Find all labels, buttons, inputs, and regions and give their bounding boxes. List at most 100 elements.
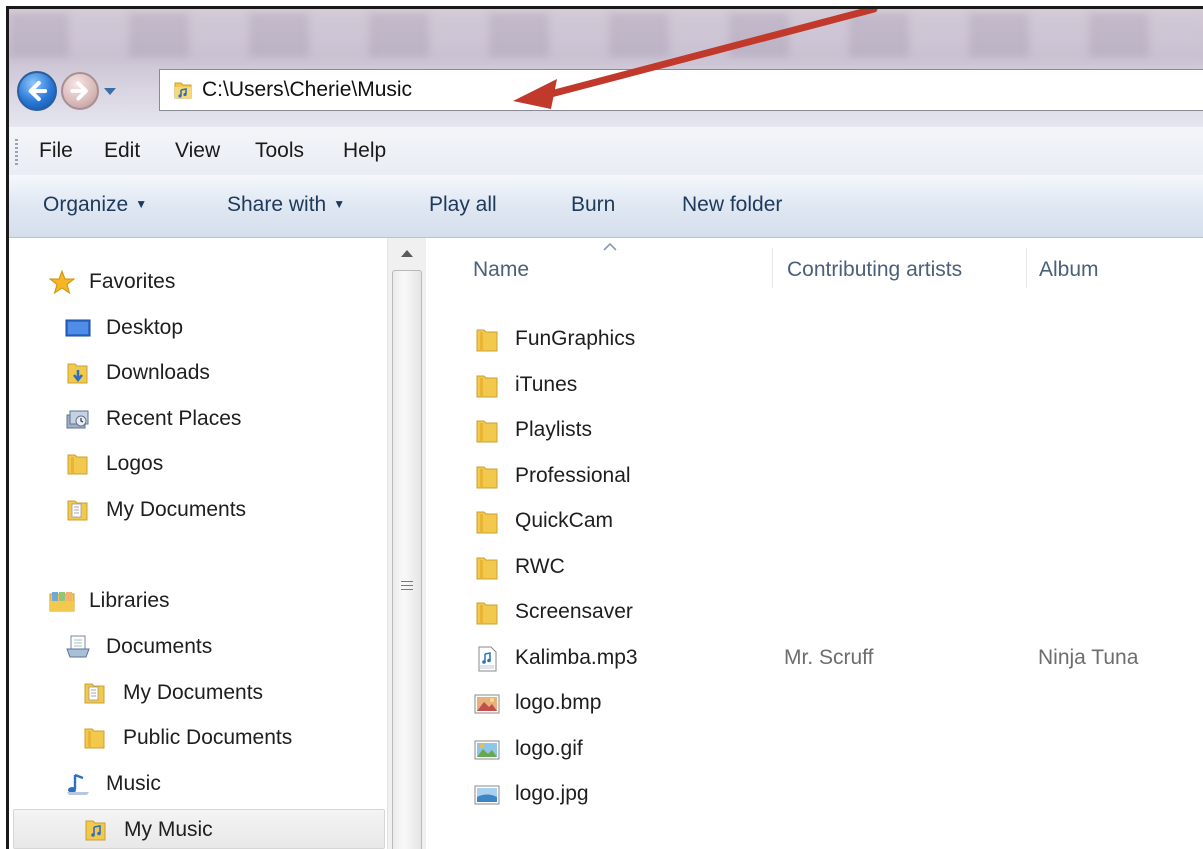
documents-folder-icon: [67, 500, 88, 521]
nav-label: Documents: [106, 635, 213, 658]
column-header-album[interactable]: Album: [1039, 258, 1099, 282]
column-header-name[interactable]: Name: [473, 258, 529, 282]
menu-tools[interactable]: Tools: [255, 139, 304, 163]
nav-favorites[interactable]: Favorites: [9, 262, 387, 302]
column-separator[interactable]: [772, 248, 773, 288]
documents-library-icon: [66, 635, 90, 658]
file-row-kalimba-mp3[interactable]: Kalimba.mp3 Mr. Scruff Ninja Tuna: [426, 638, 1203, 678]
nav-libraries[interactable]: Libraries: [9, 581, 387, 621]
downloads-folder-icon: [67, 363, 88, 384]
new-folder-button[interactable]: New folder: [682, 193, 782, 217]
music-folder-icon: [174, 82, 192, 99]
music-note-icon: [67, 773, 89, 795]
nav-label: Libraries: [89, 589, 170, 612]
file-row-screensaver[interactable]: Screensaver: [426, 592, 1203, 632]
nav-downloads[interactable]: Downloads: [9, 353, 387, 393]
file-name: iTunes: [515, 373, 578, 396]
nav-recent-places[interactable]: Recent Places: [9, 399, 387, 439]
documents-folder-icon: [84, 683, 105, 704]
nav-public-documents[interactable]: Public Documents: [9, 718, 387, 758]
nav-label: Logos: [106, 452, 164, 475]
nav-library-my-documents[interactable]: My Documents: [9, 673, 387, 713]
command-bar: Organize ▼ Share with ▼ Play all Burn New …: [9, 175, 1203, 238]
forward-button[interactable]: [61, 72, 99, 110]
file-album: Ninja Tuna: [1038, 646, 1139, 669]
nav-pane-scrollbar[interactable]: [387, 238, 426, 849]
file-name: logo.jpg: [515, 782, 589, 805]
scroll-thumb[interactable]: [392, 270, 422, 849]
file-list: Name Contributing artists Album FunGraph…: [426, 238, 1203, 849]
file-row-quickcam[interactable]: QuickCam: [426, 501, 1203, 541]
folder-icon: [476, 557, 498, 580]
file-name: Playlists: [515, 418, 593, 441]
nav-label: My Documents: [123, 681, 264, 704]
nav-music-library[interactable]: Music: [9, 764, 387, 804]
music-folder-icon: [85, 820, 106, 841]
folder-icon: [476, 602, 498, 625]
file-name: Screensaver: [515, 600, 633, 623]
star-icon: [49, 270, 75, 294]
sort-ascending-icon: [603, 242, 617, 251]
nav-logos[interactable]: Logos: [9, 444, 387, 484]
caret-down-icon: ▼: [333, 197, 346, 211]
arrow-right-icon: [70, 81, 88, 101]
folder-icon: [476, 329, 498, 352]
file-row-professional[interactable]: Professional: [426, 456, 1203, 496]
file-row-playlists[interactable]: Playlists: [426, 410, 1203, 450]
mp3-file-icon: [478, 646, 497, 672]
explorer-window: C:\Users\Cherie\Music File Edit View Too…: [6, 6, 1203, 849]
menu-help[interactable]: Help: [343, 139, 386, 163]
grip-icon: [401, 581, 413, 591]
back-button[interactable]: [17, 71, 57, 111]
file-row-logo-jpg[interactable]: logo.jpg: [426, 774, 1203, 814]
file-name: FunGraphics: [515, 327, 636, 350]
bmp-image-icon: [474, 694, 500, 714]
nav-label: Favorites: [89, 270, 176, 293]
file-name: Kalimba.mp3: [515, 646, 638, 669]
nav-label: Desktop: [106, 316, 184, 339]
caret-down-icon: ▼: [135, 197, 148, 211]
column-header-contributing-artists[interactable]: Contributing artists: [787, 258, 962, 282]
nav-label: My Documents: [106, 498, 247, 521]
folder-icon: [476, 420, 498, 443]
file-row-logo-gif[interactable]: logo.gif: [426, 729, 1203, 769]
menu-file[interactable]: File: [39, 139, 73, 163]
address-bar[interactable]: C:\Users\Cherie\Music: [159, 69, 1203, 111]
navigation-pane: Favorites Desktop Downloads Recent Place…: [9, 238, 387, 849]
scroll-up-icon[interactable]: [388, 238, 426, 268]
nav-desktop[interactable]: Desktop: [9, 308, 387, 348]
menu-edit[interactable]: Edit: [104, 139, 140, 163]
blurred-title-text: [9, 13, 1203, 57]
menu-view[interactable]: View: [175, 139, 220, 163]
folder-icon: [84, 728, 105, 749]
folder-icon: [67, 454, 88, 475]
nav-my-music[interactable]: My Music: [13, 809, 385, 849]
nav-label: My Music: [124, 818, 213, 841]
file-row-fungraphics[interactable]: FunGraphics: [426, 319, 1203, 359]
nav-documents-library[interactable]: Documents: [9, 627, 387, 667]
folder-icon: [476, 466, 498, 489]
burn-button[interactable]: Burn: [571, 193, 615, 217]
file-row-rwc[interactable]: RWC: [426, 547, 1203, 587]
recent-places-icon: [66, 410, 89, 429]
file-name: RWC: [515, 555, 565, 578]
address-path: C:\Users\Cherie\Music: [202, 78, 413, 101]
file-row-logo-bmp[interactable]: logo.bmp: [426, 683, 1203, 723]
organize-button[interactable]: Organize ▼: [43, 193, 147, 217]
menu-grip: [15, 139, 18, 165]
file-name: Professional: [515, 464, 631, 487]
file-row-itunes[interactable]: iTunes: [426, 365, 1203, 405]
file-name: QuickCam: [515, 509, 614, 532]
nav-label: Downloads: [106, 361, 210, 384]
nav-my-documents[interactable]: My Documents: [9, 490, 387, 530]
libraries-icon: [49, 592, 75, 612]
share-with-button[interactable]: Share with ▼: [227, 193, 345, 217]
organize-label: Organize: [43, 193, 129, 216]
play-all-button[interactable]: Play all: [429, 193, 497, 217]
file-name: logo.bmp: [515, 691, 602, 714]
recent-pages-dropdown[interactable]: [101, 79, 119, 103]
nav-label: Music: [106, 772, 161, 795]
column-separator[interactable]: [1026, 248, 1027, 288]
file-name: logo.gif: [515, 737, 583, 760]
menu-bar: File Edit View Tools Help: [9, 127, 1203, 176]
